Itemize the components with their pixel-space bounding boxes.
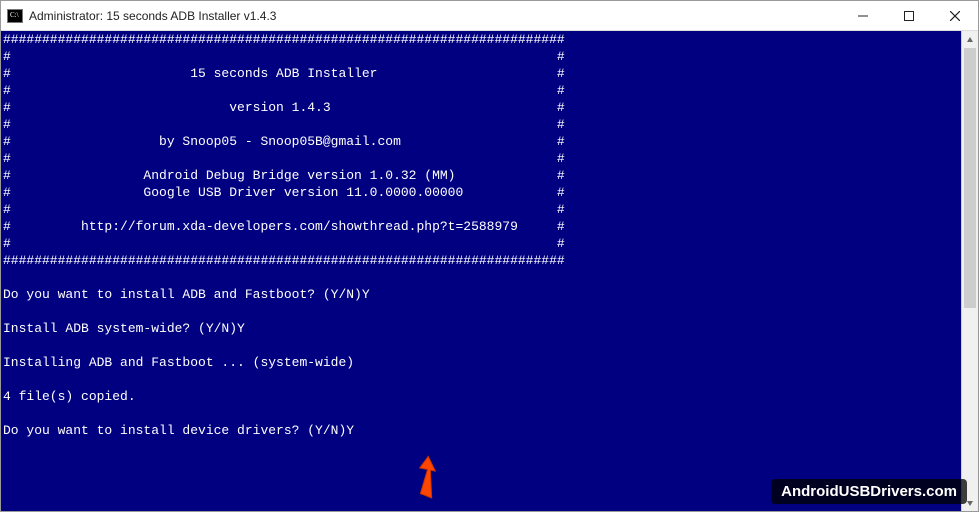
minimize-button[interactable]	[840, 1, 886, 30]
vertical-scrollbar[interactable]	[961, 31, 978, 511]
watermark-badge: AndroidUSBDrivers.com	[771, 479, 967, 504]
maximize-button[interactable]	[886, 1, 932, 30]
app-window: C:\ Administrator: 15 seconds ADB Instal…	[0, 0, 979, 512]
window-controls	[840, 1, 978, 30]
window-title: Administrator: 15 seconds ADB Installer …	[29, 9, 840, 23]
scroll-up-button[interactable]	[962, 31, 978, 48]
terminal[interactable]: ########################################…	[1, 31, 961, 511]
svg-text:C:\: C:\	[10, 11, 19, 19]
scroll-thumb[interactable]	[964, 48, 976, 308]
cmd-icon: C:\	[7, 8, 23, 24]
titlebar[interactable]: C:\ Administrator: 15 seconds ADB Instal…	[1, 1, 978, 31]
client-area: ########################################…	[1, 31, 978, 511]
close-button[interactable]	[932, 1, 978, 30]
